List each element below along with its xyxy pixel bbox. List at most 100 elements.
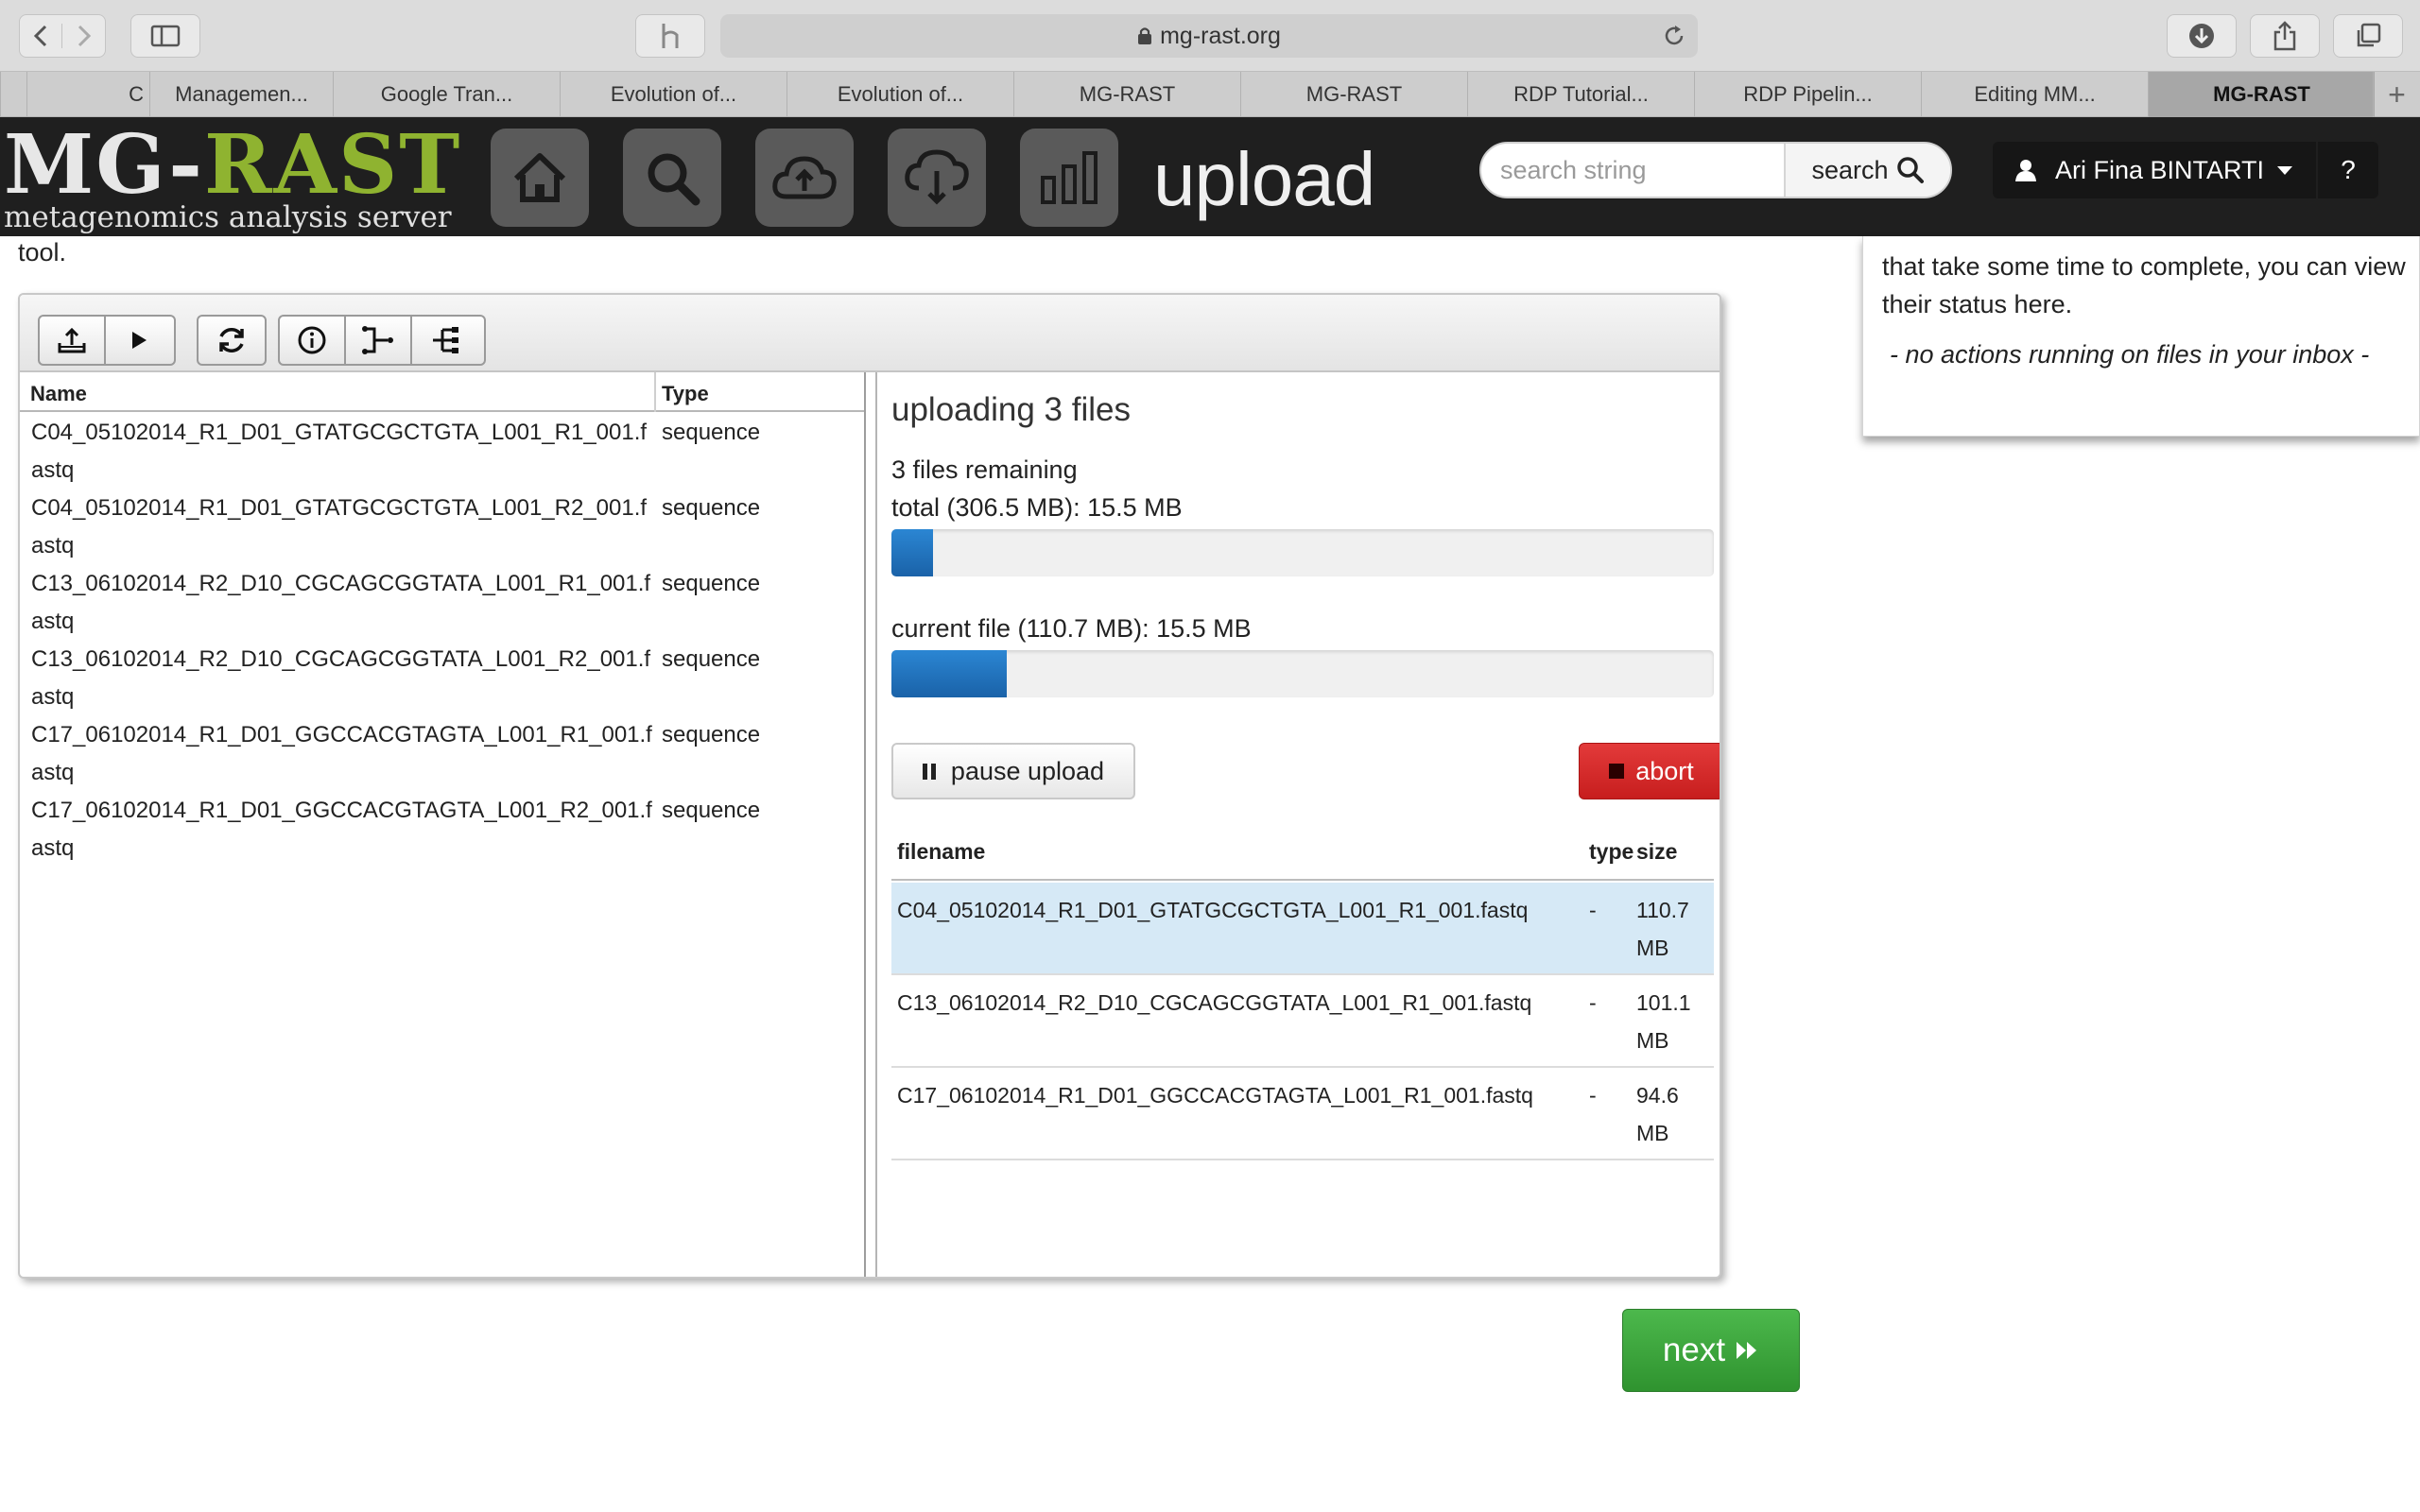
extension-icon[interactable] <box>635 14 705 58</box>
reload-icon[interactable] <box>1662 24 1686 48</box>
queue-header: filename type size <box>891 826 1714 881</box>
tab-management[interactable]: Managemen... <box>149 72 333 117</box>
search-button[interactable]: search <box>1786 144 1950 197</box>
demultiplex-button[interactable] <box>346 317 412 364</box>
info-button[interactable] <box>280 317 346 364</box>
pane-resize-handle[interactable] <box>868 372 877 1277</box>
current-progress-label: current file (110.7 MB): 15.5 MB <box>891 614 1252 643</box>
tab-rdp-pipeline[interactable]: RDP Pipelin... <box>1694 72 1921 117</box>
tab-google-translate[interactable]: Google Tran... <box>333 72 560 117</box>
start-upload-button[interactable] <box>106 317 172 364</box>
split-icon <box>362 326 393 354</box>
share-icon[interactable] <box>2250 14 2320 58</box>
abort-button[interactable]: abort <box>1579 743 1720 799</box>
file-row[interactable]: C04_05102014_R1_D01_GTATGCGCTGTA_L001_R1… <box>20 414 864 490</box>
file-row[interactable]: C04_05102014_R1_D01_GTATGCGCTGTA_L001_R2… <box>20 490 864 565</box>
total-progress-label: total (306.5 MB): 15.5 MB <box>891 493 1183 522</box>
upload-nav-button[interactable] <box>755 129 854 227</box>
queue-row[interactable]: C17_06102014_R1_D01_GGCCACGTAGTA_L001_R1… <box>891 1068 1714 1160</box>
fast-forward-icon <box>1737 1342 1757 1359</box>
file-type: sequence <box>662 495 761 521</box>
queue-filename: C04_05102014_R1_D01_GTATGCGCTGTA_L001_R1… <box>897 898 1529 922</box>
file-row[interactable]: C17_06102014_R1_D01_GGCCACGTAGTA_L001_R1… <box>20 716 864 792</box>
magnifier-icon <box>648 153 700 206</box>
address-bar[interactable]: mg-rast.org <box>720 14 1698 58</box>
sidebar-toggle-icon[interactable] <box>130 14 200 58</box>
search-nav-button[interactable] <box>623 129 721 227</box>
play-icon <box>132 332 147 349</box>
search-icon <box>1896 157 1924 183</box>
upload-tool-group <box>38 315 176 366</box>
back-icon[interactable] <box>20 24 63 48</box>
file-name: C13_06102014_R2_D10_CGCAGCGGTATA_L001_R2… <box>31 646 651 710</box>
queue-row[interactable]: C04_05102014_R1_D01_GTATGCGCTGTA_L001_R1… <box>891 883 1714 975</box>
queue-type: - <box>1589 1083 1597 1108</box>
tabs-overview-icon[interactable] <box>2333 14 2403 58</box>
user-icon <box>2015 160 2036 181</box>
current-progress-fill <box>891 650 1007 697</box>
tree-icon <box>433 327 458 353</box>
tab-pinned[interactable] <box>0 72 26 117</box>
upload-tray-icon <box>58 327 86 353</box>
tab-mg-rast-1[interactable]: MG-RAST <box>1013 72 1240 117</box>
search-input[interactable] <box>1481 144 1786 197</box>
upload-status-title: uploading 3 files <box>891 391 1131 428</box>
total-progress-bar <box>891 529 1714 576</box>
file-type: sequence <box>662 798 761 823</box>
queue-size: 101.1 MB <box>1636 990 1691 1053</box>
column-type-header[interactable]: Type <box>662 382 709 406</box>
new-tab-button[interactable]: + <box>2373 72 2420 117</box>
queue-type: - <box>1589 990 1597 1015</box>
file-name: C04_05102014_R1_D01_GTATGCGCTGTA_L001_R2… <box>31 495 648 558</box>
logo[interactable]: MG-RAST <box>4 125 461 206</box>
upload-file-button[interactable] <box>40 317 106 364</box>
queue-col-type: type <box>1589 839 1634 864</box>
refresh-button[interactable] <box>199 317 265 364</box>
bar-chart-icon <box>1041 151 1098 204</box>
search-box: search <box>1479 142 1952 198</box>
refresh-icon <box>219 328 244 352</box>
upload-status-pane: uploading 3 files 3 files remaining tota… <box>879 372 1720 1277</box>
file-type: sequence <box>662 420 761 445</box>
pause-upload-label: pause upload <box>950 756 1105 785</box>
upload-widget: Name Type C04_05102014_R1_D01_GTATGCGCTG… <box>18 293 1721 1279</box>
pause-upload-button[interactable]: pause upload <box>891 743 1135 799</box>
downloads-icon[interactable] <box>2167 14 2237 58</box>
chevron-down-icon <box>2277 165 2293 175</box>
forward-icon[interactable] <box>62 24 105 48</box>
user-menu[interactable]: Ari Fina BINTARTI <box>1993 142 2316 198</box>
url-text: mg-rast.org <box>1160 22 1281 49</box>
queue-col-size: size <box>1636 839 1678 864</box>
file-type: sequence <box>662 646 761 672</box>
help-button[interactable]: ? <box>2318 142 2378 198</box>
file-row[interactable]: C13_06102014_R2_D10_CGCAGCGGTATA_L001_R2… <box>20 641 864 716</box>
tab-mg-rast-2[interactable]: MG-RAST <box>1240 72 1467 117</box>
stop-icon <box>1609 764 1625 779</box>
file-type: sequence <box>662 571 761 596</box>
tab-evolution-2[interactable]: Evolution of... <box>786 72 1013 117</box>
inbox-description: that take some time to complete, you can… <box>1882 252 2406 318</box>
tab-editing-mm[interactable]: Editing MM... <box>1921 72 2148 117</box>
download-nav-button[interactable] <box>888 129 986 227</box>
next-label: next <box>1662 1332 1726 1368</box>
file-row[interactable]: C13_06102014_R2_D10_CGCAGCGGTATA_L001_R1… <box>20 565 864 641</box>
tab-mg-rast-active[interactable]: MG-RAST <box>2148 72 2375 117</box>
logo-mg: MG- <box>4 117 204 213</box>
user-name: Ari Fina BINTARTI <box>2055 155 2265 184</box>
info-icon <box>298 326 326 354</box>
lock-icon <box>1138 27 1152 44</box>
join-button[interactable] <box>412 317 478 364</box>
logo-subtitle: metagenomics analysis server <box>4 200 452 234</box>
analysis-nav-button[interactable] <box>1020 129 1118 227</box>
next-button[interactable]: next <box>1622 1309 1800 1392</box>
tab-evolution-1[interactable]: Evolution of... <box>560 72 786 117</box>
queue-col-filename: filename <box>897 839 986 864</box>
column-name-header[interactable]: Name <box>30 382 87 406</box>
file-row[interactable]: C17_06102014_R1_D01_GGCCACGTAGTA_L001_R2… <box>20 792 864 868</box>
queue-row[interactable]: C13_06102014_R2_D10_CGCAGCGGTATA_L001_R1… <box>891 975 1714 1068</box>
tab-rdp-tutorial[interactable]: RDP Tutorial... <box>1467 72 1694 117</box>
inbox-empty-message: - no actions running on files in your in… <box>1890 340 2370 369</box>
cloud-upload-icon <box>772 156 837 199</box>
tab-pinned-c[interactable]: C <box>26 72 149 117</box>
home-button[interactable] <box>491 129 589 227</box>
